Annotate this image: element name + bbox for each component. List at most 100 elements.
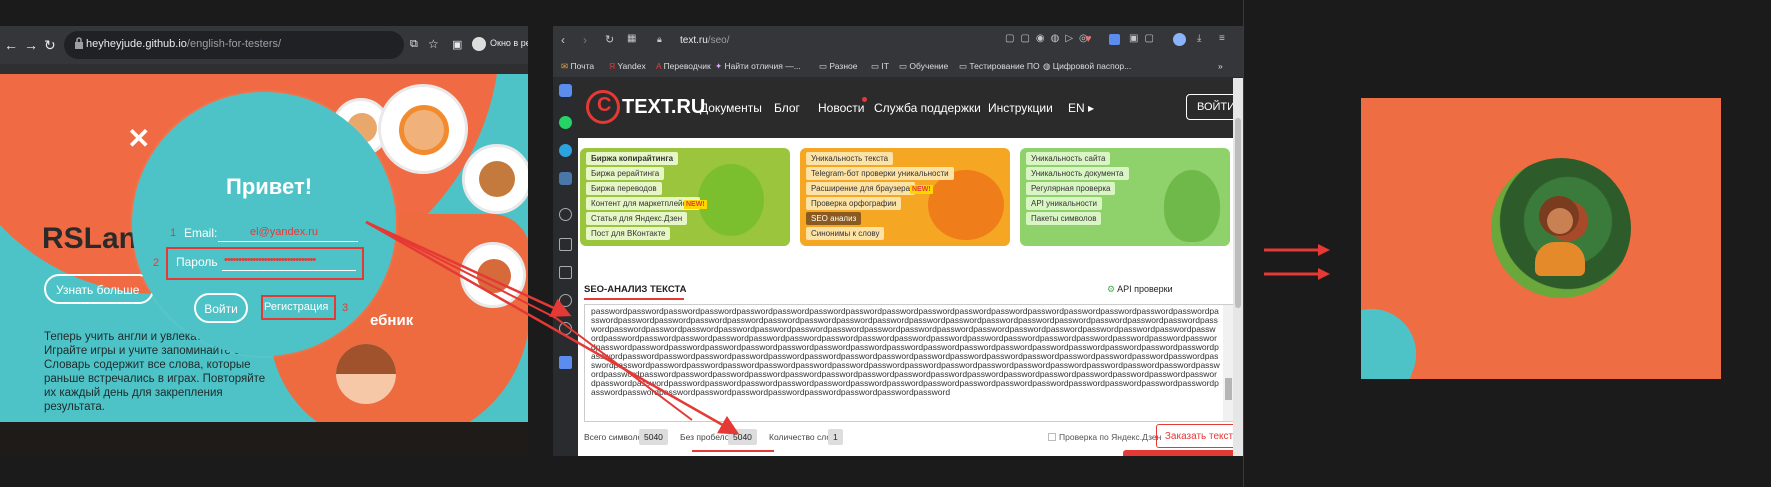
forward-icon[interactable]: › [583,33,587,47]
page-scroll-thumb[interactable] [1235,118,1241,308]
mid-toolbar: ‹ › ↻ ▦ 🔒︎ text.ru/seo/ ▢▢◉◍▷◎ ♥ ▣▢ ⤓ ≡ [553,26,1243,56]
tag-regular-check[interactable]: Регулярная проверка [1026,182,1116,195]
bookmark-passport[interactable]: ◍ Цифровой паспор... [1043,61,1131,72]
modal-heading: Привет! [226,174,313,199]
dictionary-label[interactable]: ебник [370,312,413,329]
arrow-right-2-head [1318,268,1330,280]
profile-icon[interactable] [472,37,486,51]
clock-icon[interactable] [559,294,572,307]
extension-blue-icon[interactable] [1109,34,1120,45]
gear-icon[interactable] [559,322,572,335]
bookmark-folder-misc[interactable]: ▭ Разное [819,61,857,72]
nav-blog[interactable]: Блог [774,101,800,115]
bookmark-icon[interactable] [559,238,572,251]
bookmark-folder-testing[interactable]: ▭ Тестирование ПО [959,61,1040,72]
tag-spelling[interactable]: Проверка орфографии [806,197,902,210]
extension-icons[interactable]: ▢▢◉◍▷◎ [1005,33,1094,44]
tag-seo-analysis[interactable]: SEO анализ [806,212,862,225]
tabs-grid-icon[interactable]: ▦ [627,33,636,44]
marker-2: 2 [153,257,160,269]
tag-char-packages[interactable]: Пакеты символов [1026,212,1102,225]
extension-icons-2[interactable]: ▣▢ [1129,33,1160,44]
textarea-scroll-thumb[interactable] [1225,378,1232,400]
nav-news[interactable]: Новости [818,101,864,115]
tag-synonyms[interactable]: Синонимы к слову [806,227,885,240]
order-text-button[interactable]: Заказать текст [1156,424,1242,448]
telegram-icon[interactable] [559,144,572,157]
tag-rewriting[interactable]: Биржа рерайтинга [586,167,665,180]
back-icon[interactable]: ← [4,37,18,53]
bookmark-folder-edu[interactable]: ▭ Обучение [899,61,948,72]
forward-icon[interactable]: → [24,37,38,53]
character-body [1535,242,1585,276]
bookmarks-bar: ✉ Почта Я Yandex A Переводчик ✦ Найти от… [553,56,1243,78]
bookmarks-overflow-icon[interactable]: » [1218,61,1223,71]
star-icon[interactable]: ☆ [428,37,439,51]
reload-icon[interactable]: ↻ [605,33,614,46]
tag-browser-extension[interactable]: Расширение для браузера [806,182,916,195]
close-icon[interactable]: ✕ [127,122,150,155]
folder-icon: ▭ [899,61,910,71]
seo-section-title[interactable]: SEO-АНАЛИЗ ТЕКСТА [584,284,687,295]
tag-doc-uniqueness[interactable]: Уникальность документа [1026,167,1129,180]
learn-more-button[interactable]: Узнать больше [44,274,154,304]
checkbox-icon[interactable] [1048,433,1056,441]
back-icon[interactable]: ‹ [561,33,565,47]
nav-instructions[interactable]: Инструкции [988,101,1053,115]
grid-icon[interactable] [559,266,572,279]
bookmark-differences[interactable]: ✦ Найти отличия —... [715,61,801,72]
page-scrollbar[interactable] [1233,78,1243,456]
character-avatar-4 [460,242,526,308]
tag-api[interactable]: API уникальности [1026,197,1102,210]
tag-vk-post[interactable]: Пост для ВКонтакте [586,227,671,240]
nav-documents[interactable]: Документы [700,101,762,115]
yandex-zen-checkbox[interactable]: Проверка по Яндекс.Дзен [1048,432,1161,442]
play-icon[interactable] [559,208,572,221]
site-logo[interactable]: TEXT.RU [622,96,705,119]
api-check-label: API проверки [1117,284,1173,294]
banner-site-check: Уникальность сайта Уникальность документ… [1020,148,1230,246]
nav-language[interactable]: EN ▸ [1068,101,1094,115]
marker-3: 3 [342,302,349,314]
total-chars-value: 5040 [639,429,668,445]
reload-icon[interactable]: ↻ [44,37,56,54]
bookmark-yandex[interactable]: Я Yandex [609,61,646,71]
tag-zen-article[interactable]: Статья для Яндекс.Дзен [586,212,688,225]
apple-illustration [698,164,764,236]
login-button[interactable]: Войти [194,293,248,323]
bookmark-folder-it[interactable]: ▭ IT [871,61,889,72]
address-bar[interactable]: heyheyjude.github.io/english-for-testers… [64,31,404,59]
menu-icon[interactable]: ≡ [1219,33,1225,44]
home-icon[interactable] [559,84,572,97]
translate-icon[interactable]: ⧉ [410,38,418,51]
password-field[interactable]: •••••••••••••••••••••••••••••••• [224,254,354,266]
right-arrows [1264,244,1330,280]
lock-icon: 🔒︎ [657,34,662,44]
tag-translations[interactable]: Биржа переводов [586,182,662,195]
bookmark-mail[interactable]: ✉ Почта [561,61,594,72]
profile-icon[interactable] [1173,33,1186,46]
bookmark-translator[interactable]: A Переводчик [656,61,711,71]
email-field[interactable]: el@yandex.ru [250,226,318,238]
api-check-link[interactable]: ⚙ API проверки [1107,284,1173,295]
sidepanel-icon[interactable]: ▣ [452,38,462,51]
tag-text-uniqueness[interactable]: Уникальность текста [806,152,894,165]
tag-site-uniqueness[interactable]: Уникальность сайта [1026,152,1111,165]
download-icon[interactable]: ⤓ [1197,33,1201,44]
register-button[interactable]: Регистрация [264,301,328,313]
tag-copywriting[interactable]: Биржа копирайтинга [586,152,679,165]
folder-icon: ▭ [871,61,882,71]
whatsapp-icon[interactable] [559,116,572,129]
bookmark-label: Разное [829,61,858,71]
vk-icon[interactable] [559,172,572,185]
url-text[interactable]: text.ru/seo/ [680,35,729,46]
text-input-area[interactable]: passwordpasswordpasswordpasswordpassword… [584,304,1235,422]
teal-corner-shape [1361,296,1429,379]
heart-icon[interactable]: ♥ [1085,33,1092,45]
bookmark-label: Тестирование ПО [969,61,1040,71]
extension-icon[interactable] [559,356,572,369]
nav-support[interactable]: Служба поддержки [874,101,981,115]
orange-illustration [928,170,1004,240]
tag-telegram-bot[interactable]: Telegram-бот проверки уникальности [806,167,954,180]
check-button-edge[interactable] [1123,450,1241,456]
